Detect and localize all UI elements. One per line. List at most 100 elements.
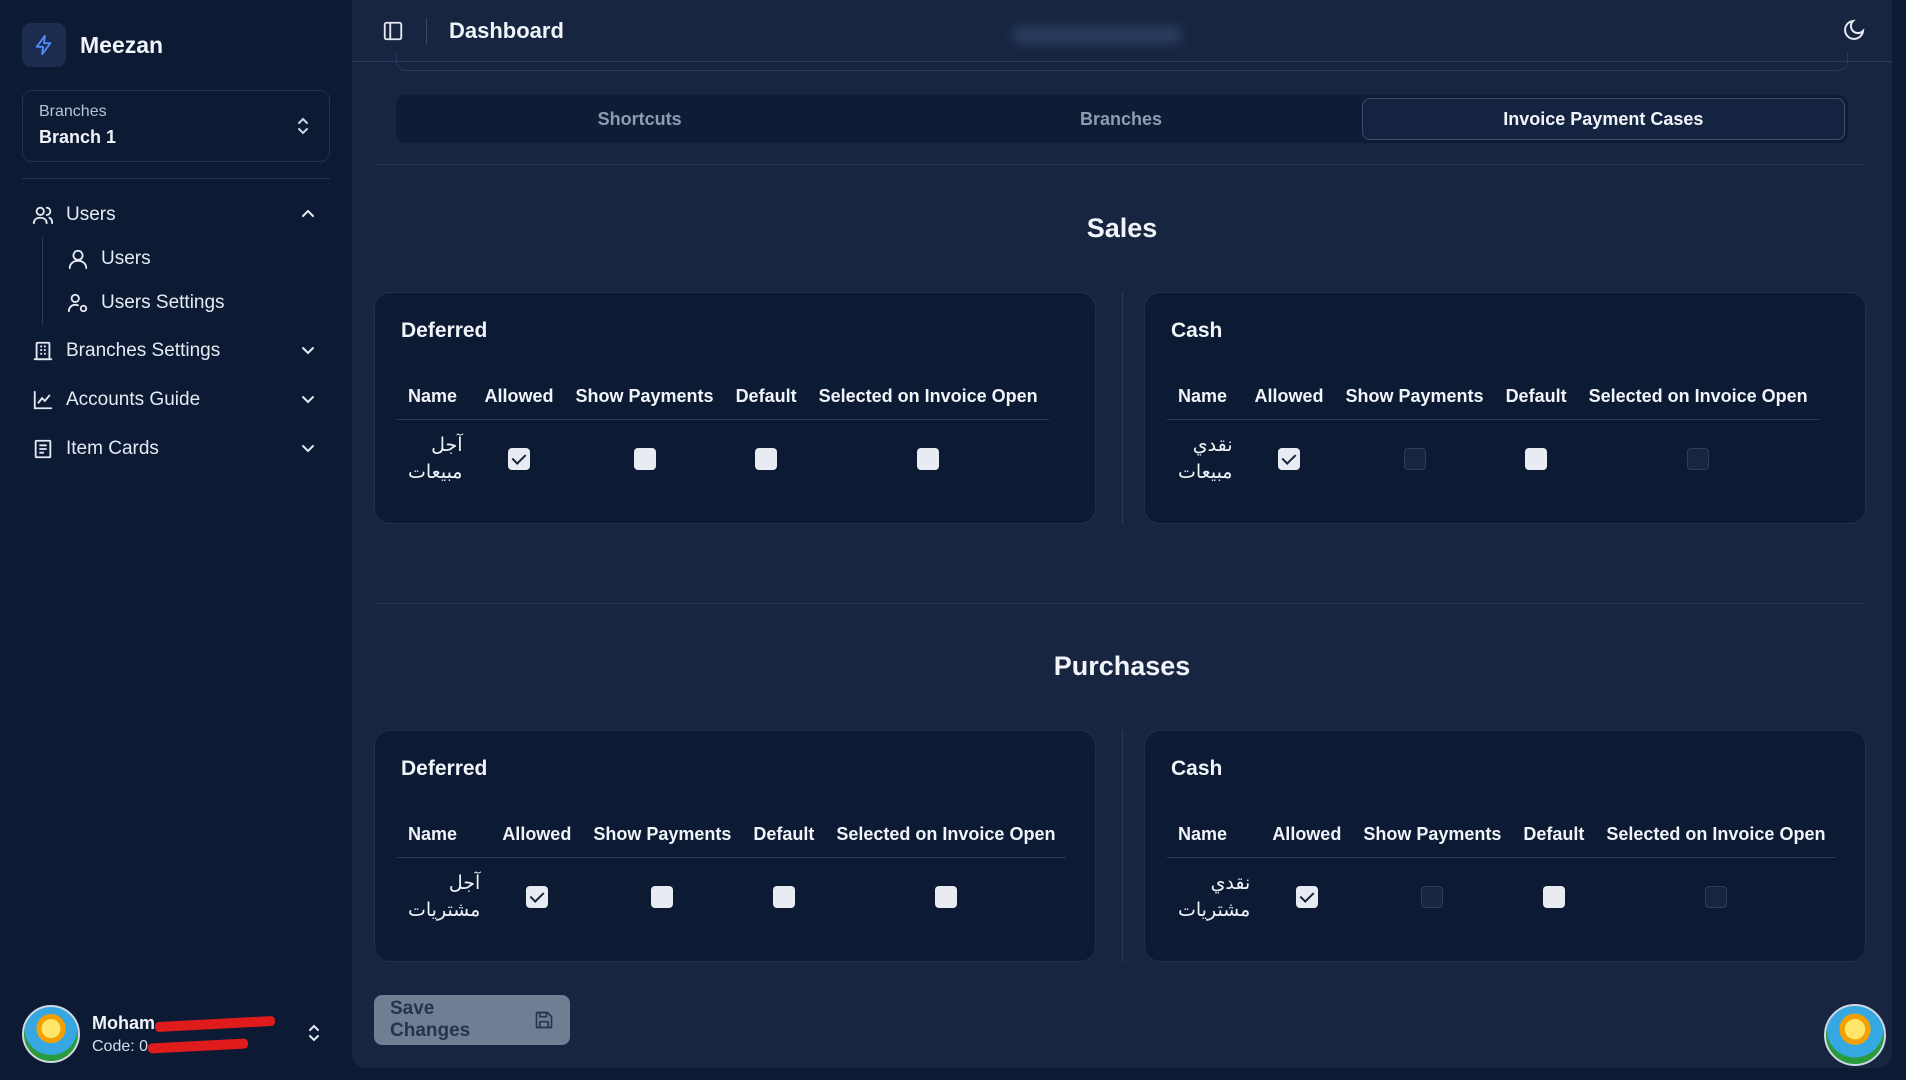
app-name: Meezan: [80, 31, 164, 58]
allowed-checkbox[interactable]: [1278, 448, 1300, 471]
chevron-up-icon: [300, 206, 316, 228]
payment-case-table: Name Allowed Show Payments Default Selec…: [397, 813, 1067, 937]
sidebar-divider: [22, 178, 330, 179]
case-name: آجل مشتريات: [397, 857, 491, 937]
card-title: Deferred: [401, 757, 488, 780]
column-header: Allowed: [491, 813, 583, 858]
branch-selector-value: Branch 1: [39, 127, 117, 147]
case-name-line: آجل: [448, 873, 481, 895]
column-header: Default: [1494, 375, 1578, 420]
column-header: Selected on Invoice Open: [807, 375, 1049, 420]
users-icon: [32, 204, 54, 226]
selected-on-open-checkbox[interactable]: [917, 448, 940, 471]
default-checkbox[interactable]: [755, 448, 778, 471]
user-menu[interactable]: Moham Code: 0: [22, 1002, 330, 1066]
column-header: Allowed: [1243, 375, 1335, 420]
case-name: نقدي مبيعات: [1167, 419, 1244, 499]
section-title-purchases: Purchases: [1053, 651, 1191, 681]
sidebar-item-label: Accounts Guide: [66, 389, 201, 410]
sidebar-item-label: Users: [101, 248, 151, 269]
building-icon: [32, 340, 54, 362]
sidebar-item-label: Branches Settings: [66, 340, 221, 361]
allowed-checkbox[interactable]: [508, 448, 530, 471]
section-title-sales: Sales: [1086, 213, 1158, 243]
column-header: Default: [742, 813, 826, 858]
topbar-divider: [426, 17, 427, 44]
tab-branches[interactable]: Branches: [880, 98, 1361, 140]
default-checkbox[interactable]: [1542, 886, 1565, 909]
avatar: [22, 1005, 80, 1063]
chevron-down-icon: [300, 440, 316, 462]
case-name-line: مشتريات: [408, 900, 481, 922]
payment-case-table: Name Allowed Show Payments Default Selec…: [1167, 375, 1819, 499]
card-divider: [1122, 730, 1123, 962]
sidebar-toggle-icon[interactable]: [382, 20, 404, 42]
bolt-icon: [22, 23, 66, 67]
table-row: نقدي مشتريات: [1167, 857, 1836, 937]
default-checkbox[interactable]: [772, 886, 795, 909]
sales-deferred-card: Deferred Name Allowed Show Payments Defa…: [374, 292, 1096, 524]
default-checkbox[interactable]: [1525, 448, 1548, 471]
allowed-checkbox[interactable]: [525, 886, 548, 909]
card-title: Deferred: [401, 319, 488, 342]
save-button-label: Save Changes: [390, 998, 471, 1041]
column-header: Default: [724, 375, 808, 420]
main-panel: Dashboard Shortcuts Branches Invoice Pay…: [352, 0, 1892, 1068]
blurred-element: [1012, 26, 1182, 44]
allowed-checkbox[interactable]: [1295, 886, 1318, 909]
case-name: آجل مبيعات: [397, 419, 474, 499]
tab-invoice-payment-cases[interactable]: Invoice Payment Cases: [1361, 98, 1845, 140]
floating-avatar[interactable]: [1824, 1004, 1886, 1066]
brand[interactable]: Meezan: [22, 0, 330, 90]
column-header: Show Payments: [564, 375, 725, 420]
tab-shortcuts[interactable]: Shortcuts: [399, 98, 880, 140]
user-code: Code: 0: [92, 1037, 149, 1055]
moon-icon[interactable]: [1842, 18, 1866, 47]
payment-case-table: Name Allowed Show Payments Default Selec…: [397, 375, 1049, 499]
show-payments-checkbox[interactable]: [651, 886, 674, 909]
case-name-line: مشتريات: [1178, 900, 1251, 922]
column-header: Selected on Invoice Open: [1595, 813, 1837, 858]
selected-on-open-checkbox[interactable]: [934, 886, 957, 909]
column-header: Selected on Invoice Open: [825, 813, 1067, 858]
chevron-down-icon: [300, 342, 316, 364]
selected-on-open-checkbox: [1704, 886, 1727, 909]
save-changes-button[interactable]: Save Changes: [374, 995, 570, 1045]
sidebar-item-users-settings[interactable]: Users Settings: [65, 281, 330, 325]
column-header: Allowed: [1261, 813, 1353, 858]
column-header: Name: [397, 813, 492, 858]
sidebar-item-users-list[interactable]: Users: [65, 237, 330, 281]
redaction-mark: [147, 1038, 249, 1054]
case-name-line: نقدي: [1210, 873, 1251, 895]
purchases-deferred-card: Deferred Name Allowed Show Payments Defa…: [374, 730, 1096, 962]
column-header: Default: [1512, 813, 1596, 858]
user-cog-icon: [67, 292, 89, 314]
card-title: Cash: [1171, 319, 1223, 342]
scrollbar[interactable]: [1894, 0, 1906, 1080]
column-header: Name: [1167, 813, 1262, 858]
divider: [374, 164, 1866, 165]
purchases-cash-card: Cash Name Allowed Show Payments Default …: [1144, 730, 1866, 962]
column-header: Show Payments: [1334, 375, 1495, 420]
sales-cash-card: Cash Name Allowed Show Payments Default …: [1144, 292, 1866, 524]
user-icon: [67, 248, 89, 270]
tab-list: Shortcuts Branches Invoice Payment Cases: [396, 95, 1848, 143]
branch-selector-label: Branches: [39, 103, 107, 120]
item-cards-icon: [32, 438, 54, 460]
case-name: نقدي مشتريات: [1167, 857, 1261, 937]
show-payments-checkbox[interactable]: [633, 448, 656, 471]
chart-icon: [32, 389, 54, 411]
users-submenu: Users Users Settings: [42, 237, 330, 325]
card-divider: [1122, 292, 1123, 524]
show-payments-checkbox: [1421, 886, 1444, 909]
sidebar-item-label: Users: [66, 204, 116, 225]
sidebar-item-accounts-guide[interactable]: Accounts Guide: [22, 378, 330, 422]
branch-selector[interactable]: Branches Branch 1: [22, 90, 330, 162]
sidebar-item-branches-settings[interactable]: Branches Settings: [22, 329, 330, 373]
case-name-line: آجل: [431, 435, 463, 457]
payment-case-table: Name Allowed Show Payments Default Selec…: [1167, 813, 1837, 937]
save-icon: [534, 1010, 554, 1030]
sidebar-item-users[interactable]: Users: [22, 193, 330, 237]
sidebar-item-item-cards[interactable]: Item Cards: [22, 427, 330, 471]
case-name-line: نقدي: [1192, 435, 1233, 457]
